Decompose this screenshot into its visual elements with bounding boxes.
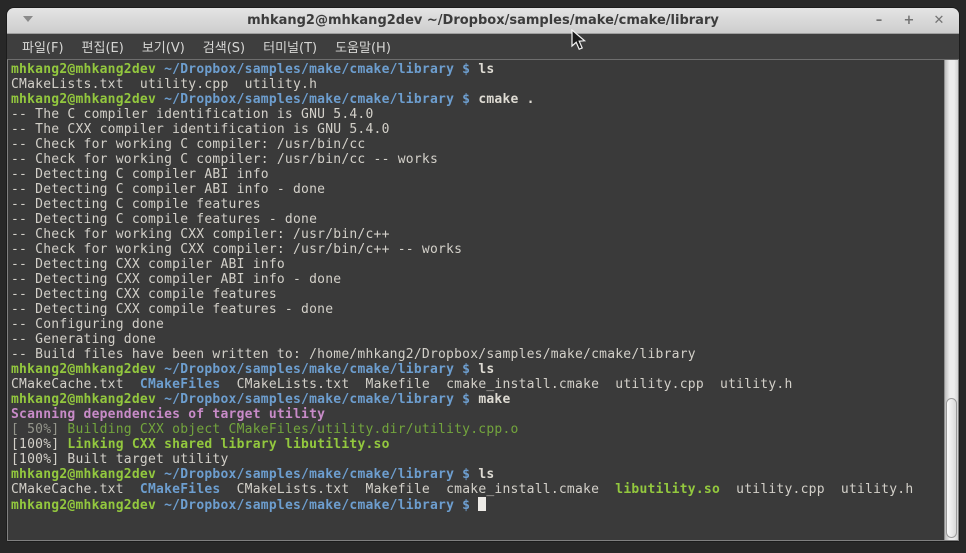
menu-bar: 파일(F) 편집(E) 보기(V) 검색(S) 터미널(T) 도움말(H) bbox=[7, 34, 959, 59]
terminal-line: -- Detecting C compiler ABI info bbox=[11, 167, 269, 182]
terminal-line: mhkang2@mhkang2dev ~/Dropbox/samples/mak… bbox=[11, 467, 495, 482]
window-title: mhkang2@mhkang2dev ~/Dropbox/samples/mak… bbox=[247, 13, 719, 28]
terminal-line: CMakeCache.txt CMakeFiles CMakeLists.txt… bbox=[11, 482, 914, 497]
menu-item-view[interactable]: 보기(V) bbox=[133, 34, 194, 59]
terminal-line: -- Detecting CXX compile features - done bbox=[11, 302, 334, 317]
terminal-viewport[interactable]: mhkang2@mhkang2dev ~/Dropbox/samples/mak… bbox=[7, 59, 959, 541]
terminal-line: -- Configuring done bbox=[11, 317, 165, 332]
mouse-pointer-icon bbox=[571, 29, 587, 50]
terminal-line: [100%] Built target utility bbox=[11, 452, 229, 467]
terminal-line: mhkang2@mhkang2dev ~/Dropbox/samples/mak… bbox=[11, 92, 535, 107]
title-bar[interactable]: mhkang2@mhkang2dev ~/Dropbox/samples/mak… bbox=[7, 8, 959, 34]
desktop: { "window": { "title": "mhkang2@mhkang2d… bbox=[0, 0, 966, 553]
terminal-window: mhkang2@mhkang2dev ~/Dropbox/samples/mak… bbox=[7, 8, 959, 541]
scrollbar-thumb[interactable] bbox=[946, 398, 957, 538]
text-cursor bbox=[478, 497, 487, 511]
terminal-line: [100%] Linking CXX shared library libuti… bbox=[11, 437, 390, 452]
terminal-line: CMakeCache.txt CMakeFiles CMakeLists.txt… bbox=[11, 377, 793, 392]
terminal-line: -- Detecting CXX compiler ABI info - don… bbox=[11, 272, 342, 287]
terminal-line: -- Detecting C compiler ABI info - done bbox=[11, 182, 326, 197]
menu-item-edit[interactable]: 편집(E) bbox=[73, 34, 133, 59]
terminal-line: -- Generating done bbox=[11, 332, 157, 347]
terminal-output: mhkang2@mhkang2dev ~/Dropbox/samples/mak… bbox=[11, 62, 942, 540]
terminal-line: -- The CXX compiler identification is GN… bbox=[11, 122, 390, 137]
terminal-line: -- Build files have been written to: /ho… bbox=[11, 347, 696, 362]
terminal-line: -- Check for working CXX compiler: /usr/… bbox=[11, 227, 390, 242]
terminal-line: -- Check for working C compiler: /usr/bi… bbox=[11, 152, 439, 167]
terminal-line: -- Detecting CXX compile features bbox=[11, 287, 277, 302]
terminal-line: mhkang2@mhkang2dev ~/Dropbox/samples/mak… bbox=[11, 62, 495, 77]
scrollbar[interactable] bbox=[944, 60, 958, 540]
terminal-line: -- The C compiler identification is GNU … bbox=[11, 107, 374, 122]
window-menu-icon[interactable] bbox=[23, 16, 33, 22]
maximize-button[interactable]: + bbox=[901, 8, 917, 34]
terminal-line: -- Detecting C compile features - done bbox=[11, 212, 318, 227]
terminal-line: [ 50%] Building CXX object CMakeFiles/ut… bbox=[11, 422, 519, 437]
menu-item-file[interactable]: 파일(F) bbox=[13, 34, 73, 59]
terminal-line: Scanning dependencies of target utility bbox=[11, 407, 326, 422]
menu-item-search[interactable]: 검색(S) bbox=[194, 34, 254, 59]
minimize-button[interactable]: – bbox=[871, 8, 887, 34]
terminal-line: mhkang2@mhkang2dev ~/Dropbox/samples/mak… bbox=[11, 392, 511, 407]
menu-item-help[interactable]: 도움말(H) bbox=[326, 34, 400, 59]
terminal-line: -- Check for working CXX compiler: /usr/… bbox=[11, 242, 463, 257]
window-controls: – + ✕ bbox=[871, 8, 947, 34]
terminal-line: -- Check for working C compiler: /usr/bi… bbox=[11, 137, 366, 152]
terminal-line: -- Detecting CXX compiler ABI info bbox=[11, 257, 285, 272]
close-button[interactable]: ✕ bbox=[931, 8, 947, 34]
terminal-line: mhkang2@mhkang2dev ~/Dropbox/samples/mak… bbox=[11, 497, 942, 513]
terminal-line: -- Detecting C compile features bbox=[11, 197, 261, 212]
menu-item-terminal[interactable]: 터미널(T) bbox=[254, 34, 326, 59]
terminal-line: CMakeLists.txt utility.cpp utility.h bbox=[11, 77, 318, 92]
terminal-line: mhkang2@mhkang2dev ~/Dropbox/samples/mak… bbox=[11, 362, 495, 377]
